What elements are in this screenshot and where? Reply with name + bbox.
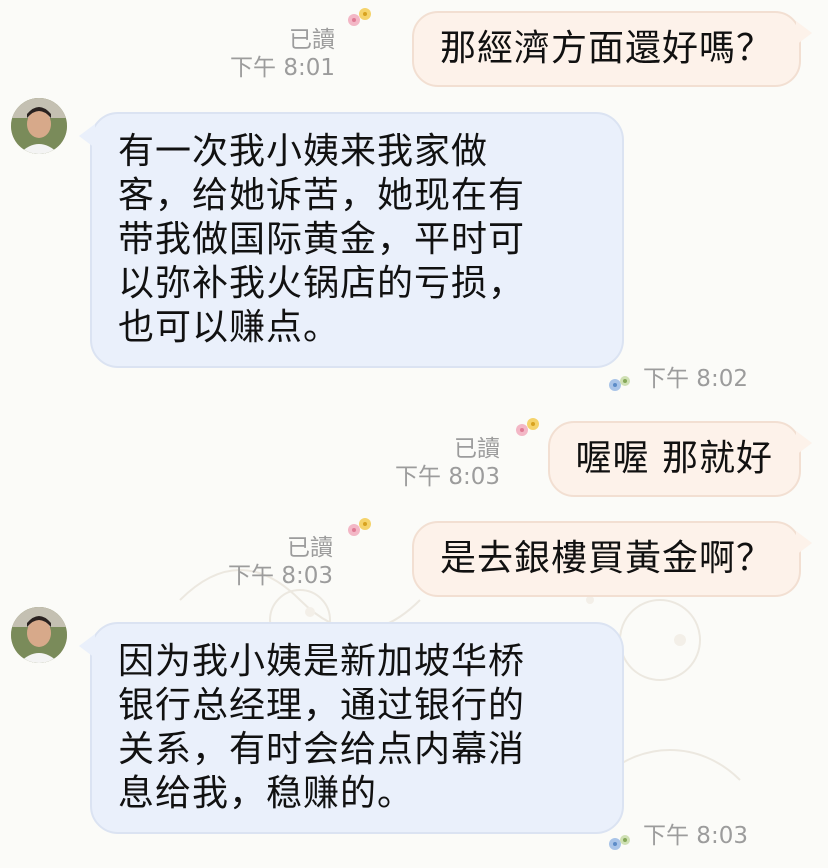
outgoing-message-bubble[interactable]: 是去銀樓買黃金啊？ [411, 521, 812, 597]
read-receipt: 已讀 [454, 436, 500, 462]
bubble-tail [796, 531, 812, 555]
message-meta: 已讀 下午 8:01 [230, 26, 335, 82]
message-time: 下午 8:03 [643, 823, 748, 849]
message-meta: 已讀 下午 8:03 [228, 534, 333, 590]
read-receipt: 已讀 [287, 535, 333, 561]
contact-avatar[interactable] [11, 607, 67, 663]
flower-sticker-icon [348, 8, 371, 26]
bubble-tail [796, 21, 812, 45]
message-time: 下午 8:03 [228, 563, 333, 589]
avatar-image [11, 607, 67, 663]
flower-sticker-icon [609, 376, 630, 391]
incoming-message-bubble[interactable]: 因为我小姨是新加坡华桥 银行总经理，通过银行的 关系，有时会给点内幕消 息给我，… [79, 622, 624, 834]
outgoing-message-bubble[interactable]: 那經濟方面還好嗎？ [411, 11, 812, 87]
bubble-tail [796, 431, 812, 455]
flower-sticker-icon [609, 835, 630, 850]
message-text: 喔喔 那就好 [575, 438, 773, 479]
message-text: 是去銀樓買黃金啊？ [439, 538, 773, 579]
message-text-line: 息给我，稳赚的。 [118, 773, 415, 814]
contact-avatar[interactable] [11, 98, 67, 154]
incoming-message-bubble[interactable]: 有一次我小姨来我家做 客，给她诉苦，她现在有 带我做国际黄金，平时可 以弥补我火… [79, 112, 624, 368]
message-time: 下午 8:03 [395, 464, 500, 490]
read-receipt: 已讀 [289, 27, 335, 53]
message-text-line: 关系，有时会给点内幕消 [118, 729, 526, 770]
flower-sticker-icon [348, 518, 371, 536]
message-text-line: 银行总经理，通过银行的 [118, 685, 526, 726]
message-text-line: 也可以赚点。 [118, 307, 341, 348]
message-meta: 已讀 下午 8:03 [395, 435, 500, 491]
outgoing-message-bubble[interactable]: 喔喔 那就好 [547, 421, 812, 497]
chat-thread[interactable]: 已讀 下午 8:01 那經濟方面還好嗎？ 有一次我小姨来我家做 客，给她诉苦，她… [0, 0, 828, 868]
message-text-line: 因为我小姨是新加坡华桥 [118, 641, 526, 682]
message-time: 下午 8:02 [643, 366, 748, 392]
flower-sticker-icon [516, 418, 539, 436]
bubble-tail [79, 124, 95, 148]
avatar-image [11, 98, 67, 154]
message-text-line: 带我做国际黄金，平时可 [118, 219, 526, 260]
message-text-line: 以弥补我火锅店的亏损， [118, 263, 526, 304]
message-text-line: 有一次我小姨来我家做 [118, 131, 489, 172]
message-text-line: 客，给她诉苦，她现在有 [118, 175, 526, 216]
message-time: 下午 8:01 [230, 55, 335, 81]
bubble-tail [79, 634, 95, 658]
message-text: 那經濟方面還好嗎？ [439, 28, 773, 69]
